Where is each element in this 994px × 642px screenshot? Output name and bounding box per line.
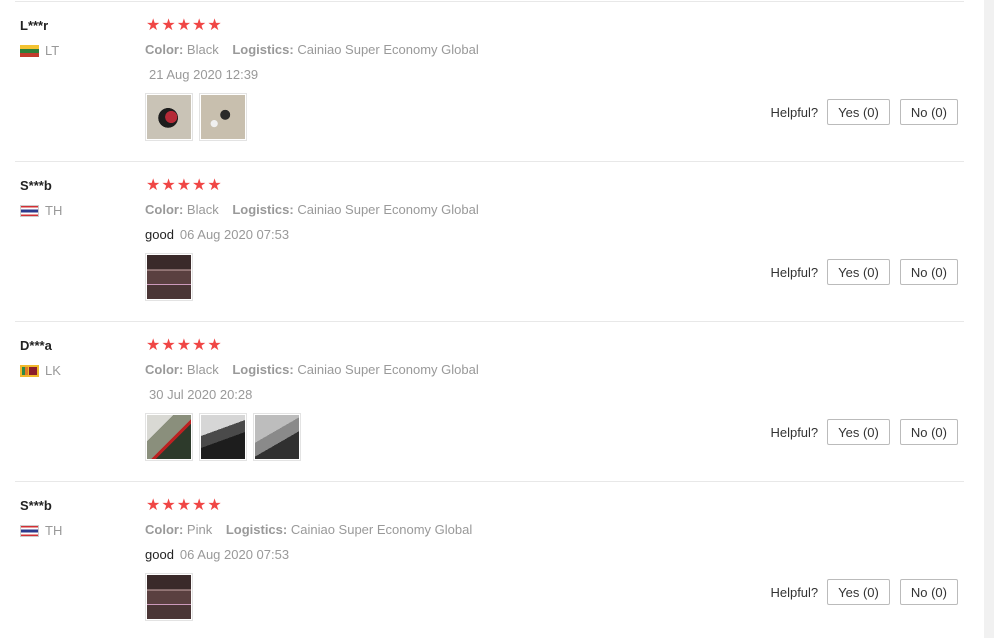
logistics-value: Cainiao Super Economy Global bbox=[297, 362, 479, 377]
color-label: Color: bbox=[145, 362, 184, 377]
review-body: 21 Aug 2020 12:39 bbox=[145, 67, 258, 82]
review-item: L***r LT ★★★★★ Color: Black Logistics: C… bbox=[15, 2, 964, 162]
helpful-no-button[interactable]: No (0) bbox=[899, 99, 958, 125]
review-date: 06 Aug 2020 07:53 bbox=[179, 227, 290, 242]
review-photos bbox=[145, 93, 247, 141]
review-photo-thumbnail[interactable] bbox=[145, 93, 193, 141]
review-date: 21 Aug 2020 12:39 bbox=[149, 67, 259, 82]
country-code: LK bbox=[45, 363, 61, 378]
logistics-value: Cainiao Super Economy Global bbox=[297, 42, 479, 57]
color-value: Pink bbox=[186, 522, 213, 537]
review-photo-thumbnail[interactable] bbox=[199, 93, 247, 141]
star-rating: ★★★★★ bbox=[146, 17, 223, 34]
review-photos bbox=[145, 413, 301, 461]
review-text: good bbox=[145, 547, 174, 562]
helpful-label: Helpful? bbox=[770, 424, 819, 440]
color-value: Black bbox=[186, 202, 219, 217]
color-label: Color: bbox=[145, 202, 184, 217]
scrollbar[interactable] bbox=[984, 0, 994, 638]
review-date: 30 Jul 2020 20:28 bbox=[149, 387, 253, 402]
helpful-vote: Helpful? Yes (0) No (0) bbox=[770, 259, 958, 285]
review-photo-thumbnail[interactable] bbox=[253, 413, 301, 461]
thailand-flag-icon bbox=[20, 524, 39, 537]
color-value: Black bbox=[186, 362, 219, 377]
review-attributes: Color: Pink Logistics: Cainiao Super Eco… bbox=[145, 522, 482, 537]
review-item: S***b TH ★★★★★ Color: Pink Logistics: Ca… bbox=[15, 482, 964, 642]
review-body: 30 Jul 2020 20:28 bbox=[145, 387, 252, 402]
helpful-no-button[interactable]: No (0) bbox=[899, 259, 958, 285]
review-photo-thumbnail[interactable] bbox=[145, 253, 193, 301]
country-code: LT bbox=[45, 43, 60, 58]
reviewer-name: L***r bbox=[20, 18, 49, 33]
logistics-value: Cainiao Super Economy Global bbox=[290, 522, 473, 537]
review-photo-thumbnail[interactable] bbox=[145, 413, 193, 461]
color-value: Black bbox=[186, 42, 219, 57]
country-code: TH bbox=[45, 203, 63, 218]
color-label: Color: bbox=[145, 42, 184, 57]
logistics-label: Logistics: bbox=[232, 202, 294, 217]
review-item: S***b TH ★★★★★ Color: Black Logistics: C… bbox=[15, 162, 964, 322]
helpful-no-button[interactable]: No (0) bbox=[899, 579, 958, 605]
review-attributes: Color: Black Logistics: Cainiao Super Ec… bbox=[145, 42, 489, 57]
helpful-no-button[interactable]: No (0) bbox=[899, 419, 958, 445]
helpful-label: Helpful? bbox=[770, 104, 819, 120]
reviewer-country: TH bbox=[20, 203, 62, 218]
sri-lanka-flag-icon bbox=[20, 364, 39, 377]
star-rating: ★★★★★ bbox=[146, 177, 223, 194]
reviewer-country: TH bbox=[20, 523, 62, 538]
star-rating: ★★★★★ bbox=[146, 337, 223, 354]
review-photos bbox=[145, 573, 193, 621]
helpful-label: Helpful? bbox=[770, 264, 819, 280]
helpful-yes-button[interactable]: Yes (0) bbox=[827, 579, 890, 605]
review-body: good 06 Aug 2020 07:53 bbox=[145, 227, 289, 242]
helpful-yes-button[interactable]: Yes (0) bbox=[827, 419, 890, 445]
review-photo-thumbnail[interactable] bbox=[199, 413, 247, 461]
helpful-label: Helpful? bbox=[770, 584, 819, 600]
review-attributes: Color: Black Logistics: Cainiao Super Ec… bbox=[145, 362, 489, 377]
helpful-vote: Helpful? Yes (0) No (0) bbox=[770, 419, 958, 445]
reviewer-name: S***b bbox=[20, 178, 52, 193]
logistics-label: Logistics: bbox=[232, 42, 294, 57]
review-photos bbox=[145, 253, 193, 301]
lithuania-flag-icon bbox=[20, 44, 39, 57]
country-code: TH bbox=[45, 523, 63, 538]
helpful-vote: Helpful? Yes (0) No (0) bbox=[770, 579, 958, 605]
helpful-yes-button[interactable]: Yes (0) bbox=[827, 99, 890, 125]
review-item: D***a LK ★★★★★ Color: Black Logistics: C… bbox=[15, 322, 964, 482]
reviewer-country: LK bbox=[20, 363, 61, 378]
thailand-flag-icon bbox=[20, 204, 39, 217]
review-date: 06 Aug 2020 07:53 bbox=[179, 547, 290, 562]
reviewer-name: D***a bbox=[20, 338, 52, 353]
review-text: good bbox=[145, 227, 174, 242]
helpful-vote: Helpful? Yes (0) No (0) bbox=[770, 99, 958, 125]
review-photo-thumbnail[interactable] bbox=[145, 573, 193, 621]
logistics-label: Logistics: bbox=[232, 362, 294, 377]
review-attributes: Color: Black Logistics: Cainiao Super Ec… bbox=[145, 202, 489, 217]
star-rating: ★★★★★ bbox=[146, 497, 223, 514]
reviewer-country: LT bbox=[20, 43, 59, 58]
logistics-label: Logistics: bbox=[225, 522, 288, 537]
helpful-yes-button[interactable]: Yes (0) bbox=[827, 259, 890, 285]
color-label: Color: bbox=[145, 522, 184, 537]
reviewer-name: S***b bbox=[20, 498, 52, 513]
review-body: good 06 Aug 2020 07:53 bbox=[145, 547, 289, 562]
logistics-value: Cainiao Super Economy Global bbox=[297, 202, 479, 217]
